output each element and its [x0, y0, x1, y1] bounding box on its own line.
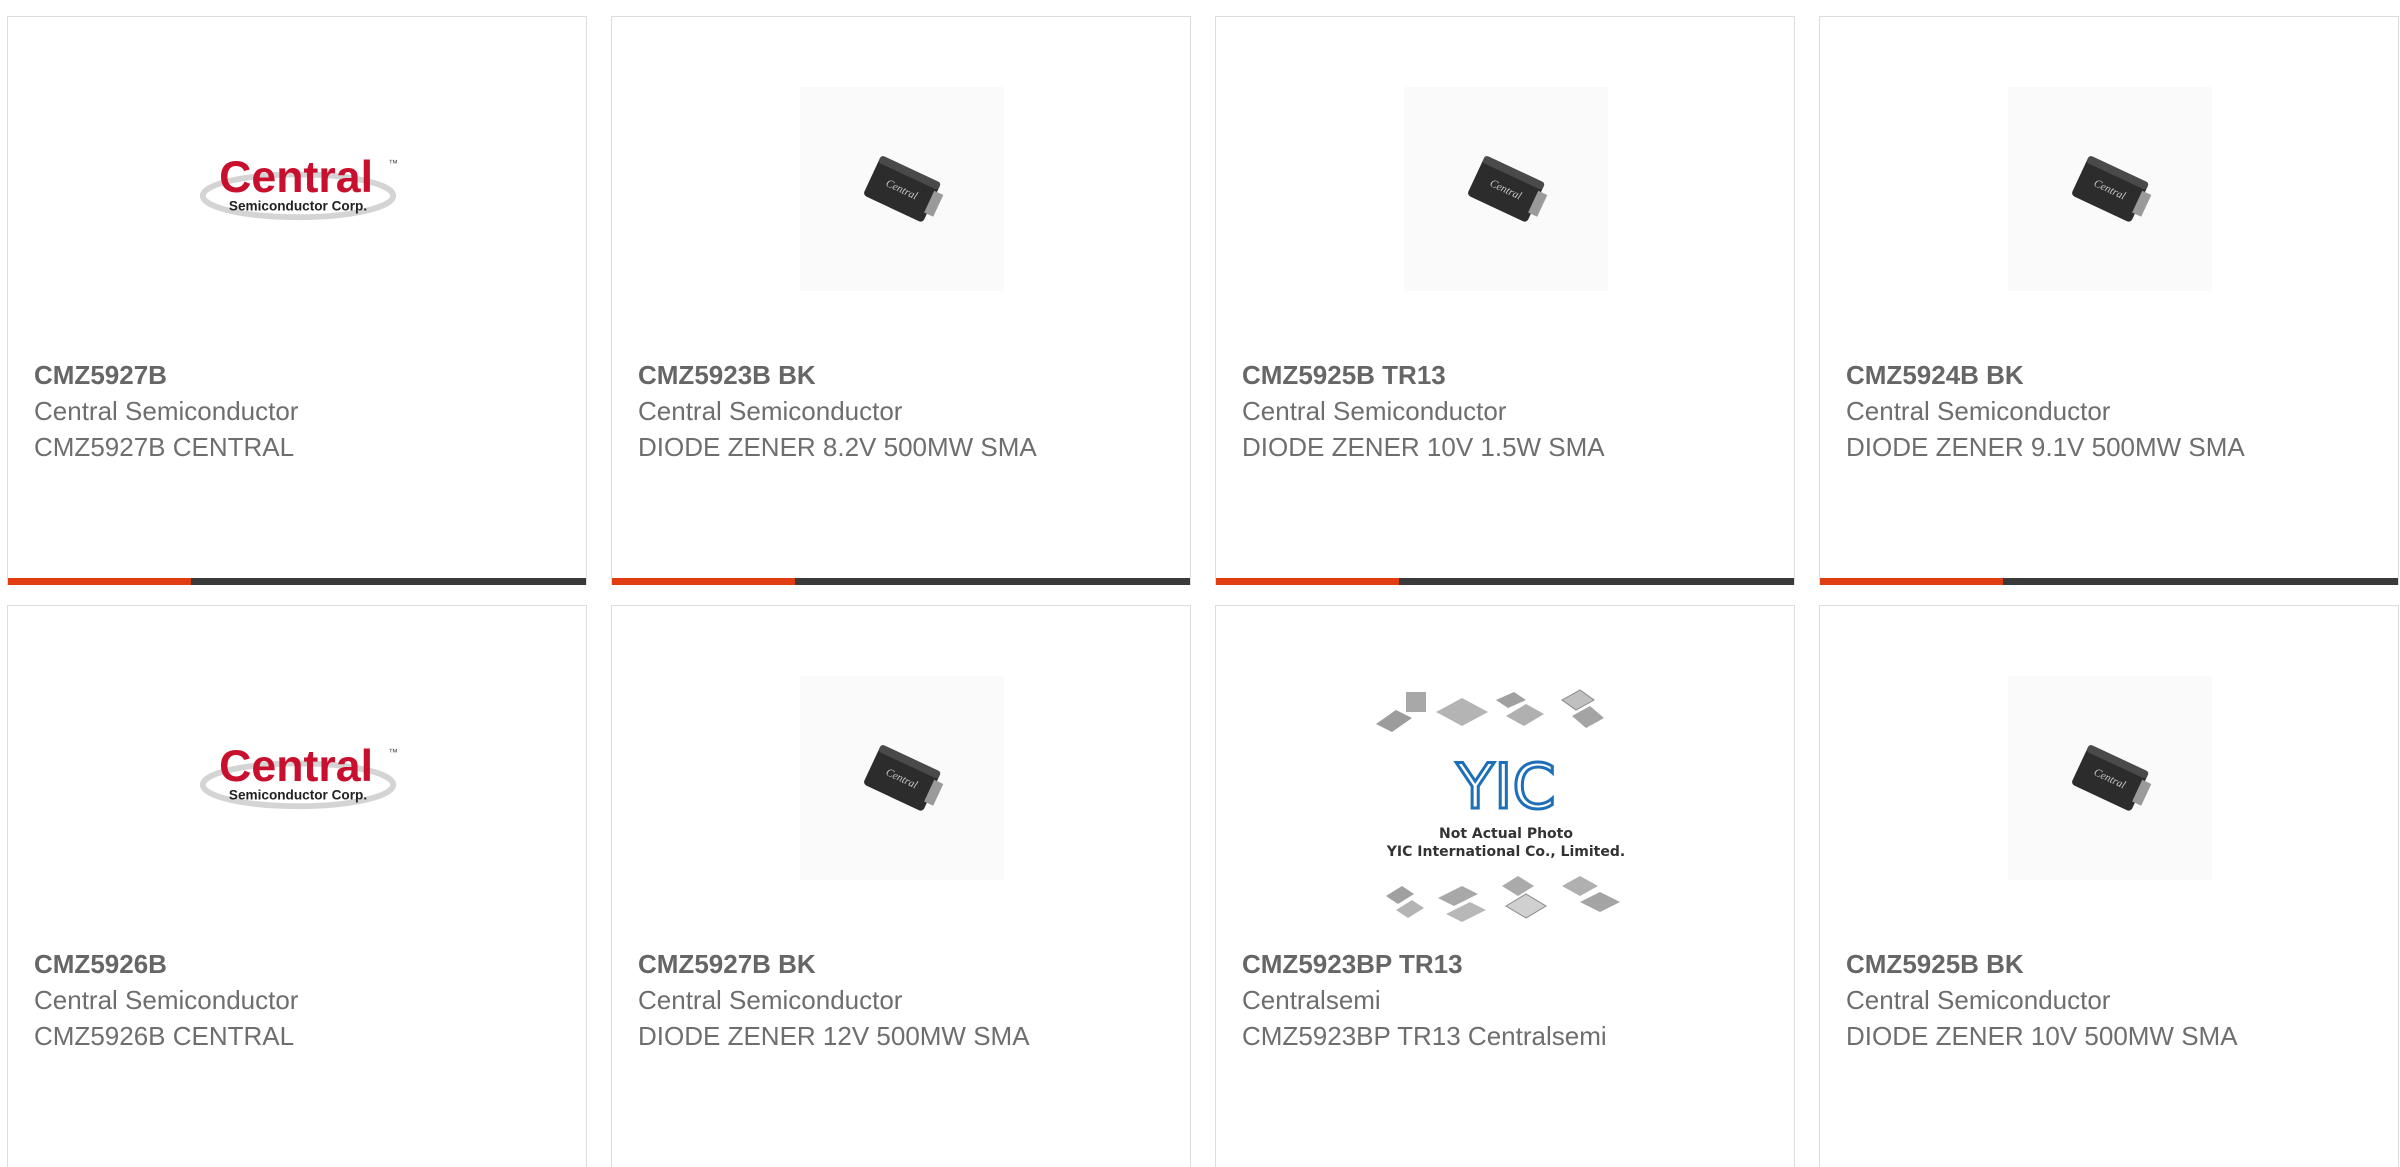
product-image[interactable]: Central [2008, 676, 2212, 880]
part-number[interactable]: CMZ5926B [34, 946, 434, 982]
part-number[interactable]: CMZ5927B BK [638, 946, 1038, 982]
manufacturer-name: Central Semiconductor [34, 396, 299, 426]
svg-text:Central: Central [219, 153, 373, 202]
product-card[interactable]: Central CMZ5925B BK Central Semiconducto… [1819, 605, 2399, 1167]
manufacturer-name: Centralsemi [1242, 985, 1381, 1015]
product-description: DIODE ZENER 10V 500MW SMA [1846, 1021, 2238, 1051]
product-description: DIODE ZENER 8.2V 500MW SMA [638, 432, 1037, 462]
svg-text:™: ™ [388, 748, 398, 759]
product-card[interactable]: Central CMZ5923B BK Central Semiconducto… [611, 16, 1191, 585]
yic-placeholder-icon: YIC Not Actual Photo YIC International C… [1376, 689, 1625, 922]
product-card[interactable]: YIC Not Actual Photo YIC International C… [1215, 605, 1795, 1167]
manufacturer-name: Central Semiconductor [34, 985, 299, 1015]
part-number[interactable]: CMZ5923BP TR13 [1242, 946, 1642, 982]
product-info: CMZ5923BP TR13 Centralsemi CMZ5923BP TR1… [1242, 946, 1642, 1054]
svg-text:Central: Central [219, 742, 373, 791]
part-number[interactable]: CMZ5925B TR13 [1242, 357, 1642, 393]
svg-text:™: ™ [388, 159, 398, 170]
part-number[interactable]: CMZ5927B [34, 357, 434, 393]
svg-text:YIC: YIC [1455, 750, 1555, 823]
product-card[interactable]: Central CMZ5927B BK Central Semiconducto… [611, 605, 1191, 1167]
manufacturer-name: Central Semiconductor [638, 985, 903, 1015]
card-bottom-bar [612, 578, 1190, 585]
card-bottom-bar [1216, 578, 1794, 585]
product-grid: Central ™ Semiconductor Corp. CMZ5927B C… [0, 0, 2400, 1167]
sma-chip-icon: Central [864, 156, 944, 222]
sma-chip-icon: Central [2072, 156, 2152, 222]
card-accent [1216, 578, 1399, 585]
sma-chip-icon: Central [1468, 156, 1548, 222]
product-card[interactable]: Central CMZ5924B BK Central Semiconducto… [1819, 16, 2399, 585]
product-info: CMZ5926B Central Semiconductor CMZ5926B … [34, 946, 434, 1054]
svg-text:Not Actual Photo: Not Actual Photo [1439, 826, 1573, 842]
card-bottom-bar [1820, 578, 2398, 585]
product-description: CMZ5927B CENTRAL [34, 432, 295, 462]
part-number[interactable]: CMZ5924B BK [1846, 357, 2246, 393]
product-image[interactable]: Central [2008, 87, 2212, 291]
manufacturer-name: Central Semiconductor [1242, 396, 1507, 426]
central-logo-icon: Central ™ Semiconductor Corp. [199, 742, 398, 810]
product-description: DIODE ZENER 9.1V 500MW SMA [1846, 432, 2245, 462]
manufacturer-name: Central Semiconductor [1846, 985, 2111, 1015]
card-accent [1820, 578, 2003, 585]
product-info: CMZ5925B BK Central Semiconductor DIODE … [1846, 946, 2246, 1054]
product-image[interactable]: Central [800, 676, 1004, 880]
product-description: DIODE ZENER 10V 1.5W SMA [1242, 432, 1605, 462]
product-info: CMZ5924B BK Central Semiconductor DIODE … [1846, 357, 2246, 465]
svg-text:Semiconductor Corp.: Semiconductor Corp. [229, 787, 367, 802]
product-image[interactable]: Central [1404, 87, 1608, 291]
product-info: CMZ5925B TR13 Central Semiconductor DIOD… [1242, 357, 1642, 465]
product-image[interactable]: Central [800, 87, 1004, 291]
part-number[interactable]: CMZ5925B BK [1846, 946, 2246, 982]
product-card[interactable]: Central CMZ5925B TR13 Central Semiconduc… [1215, 16, 1795, 585]
central-logo-icon: Central ™ Semiconductor Corp. [199, 153, 398, 221]
product-description: CMZ5926B CENTRAL [34, 1021, 295, 1051]
product-card[interactable]: Central ™ Semiconductor Corp. CMZ5927B C… [7, 16, 587, 585]
product-image[interactable]: YIC Not Actual Photo YIC International C… [1366, 686, 1646, 926]
card-accent [8, 578, 191, 585]
product-info: CMZ5927B Central Semiconductor CMZ5927B … [34, 357, 434, 465]
product-card[interactable]: Central ™ Semiconductor Corp. CMZ5926B C… [7, 605, 587, 1167]
svg-text:Semiconductor Corp.: Semiconductor Corp. [229, 198, 367, 213]
product-image[interactable]: Central ™ Semiconductor Corp. [196, 676, 400, 880]
manufacturer-name: Central Semiconductor [638, 396, 903, 426]
product-info: CMZ5927B BK Central Semiconductor DIODE … [638, 946, 1038, 1054]
part-number[interactable]: CMZ5923B BK [638, 357, 1038, 393]
product-info: CMZ5923B BK Central Semiconductor DIODE … [638, 357, 1038, 465]
product-image[interactable]: Central ™ Semiconductor Corp. [196, 87, 400, 291]
product-description: DIODE ZENER 12V 500MW SMA [638, 1021, 1030, 1051]
card-bottom-bar [8, 578, 586, 585]
svg-text:YIC International Co., Limited: YIC International Co., Limited. [1386, 844, 1625, 860]
manufacturer-name: Central Semiconductor [1846, 396, 2111, 426]
product-description: CMZ5923BP TR13 Centralsemi [1242, 1021, 1607, 1051]
sma-chip-icon: Central [864, 745, 944, 811]
card-accent [612, 578, 795, 585]
sma-chip-icon: Central [2072, 745, 2152, 811]
